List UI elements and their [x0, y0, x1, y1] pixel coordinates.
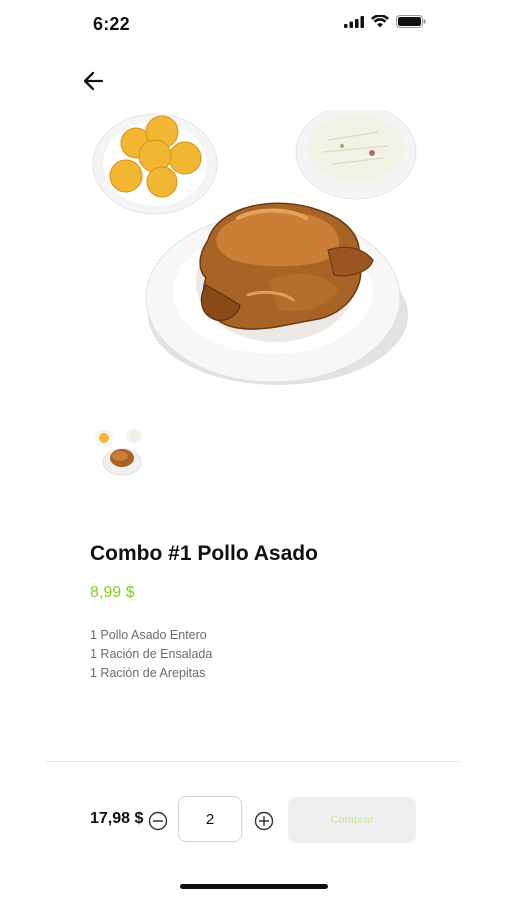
product-image: [92, 110, 417, 385]
battery-icon: [396, 15, 426, 28]
description-line: 1 Pollo Asado Entero: [90, 628, 207, 642]
product-price: 8,99 $: [90, 584, 135, 601]
decrease-quantity-button[interactable]: [148, 811, 168, 831]
product-description: 1 Pollo Asado Entero 1 Ración de Ensalad…: [90, 626, 212, 683]
thumbnail-combo[interactable]: [92, 424, 146, 478]
back-button[interactable]: [78, 66, 108, 96]
increase-quantity-button[interactable]: [254, 811, 274, 831]
plus-circle-icon: [254, 811, 274, 831]
total-price: 17,98 $: [90, 810, 144, 827]
minus-circle-icon: [148, 811, 168, 831]
buy-button-label: Comprar: [330, 814, 374, 826]
status-icons: [344, 15, 426, 28]
buy-button[interactable]: Comprar: [288, 797, 416, 843]
divider: [46, 761, 460, 762]
signal-icon: [344, 15, 364, 28]
status-time: 6:22: [93, 14, 130, 34]
quantity-value: 2: [205, 810, 215, 828]
description-line: 1 Ración de Arepitas: [90, 666, 206, 680]
wifi-icon: [371, 15, 389, 28]
home-indicator[interactable]: [180, 884, 328, 889]
quantity-input[interactable]: 2: [178, 796, 242, 842]
product-title: Combo #1 Pollo Asado: [90, 542, 318, 565]
description-line: 1 Ración de Ensalada: [90, 647, 213, 661]
arrow-left-icon: [83, 71, 104, 91]
